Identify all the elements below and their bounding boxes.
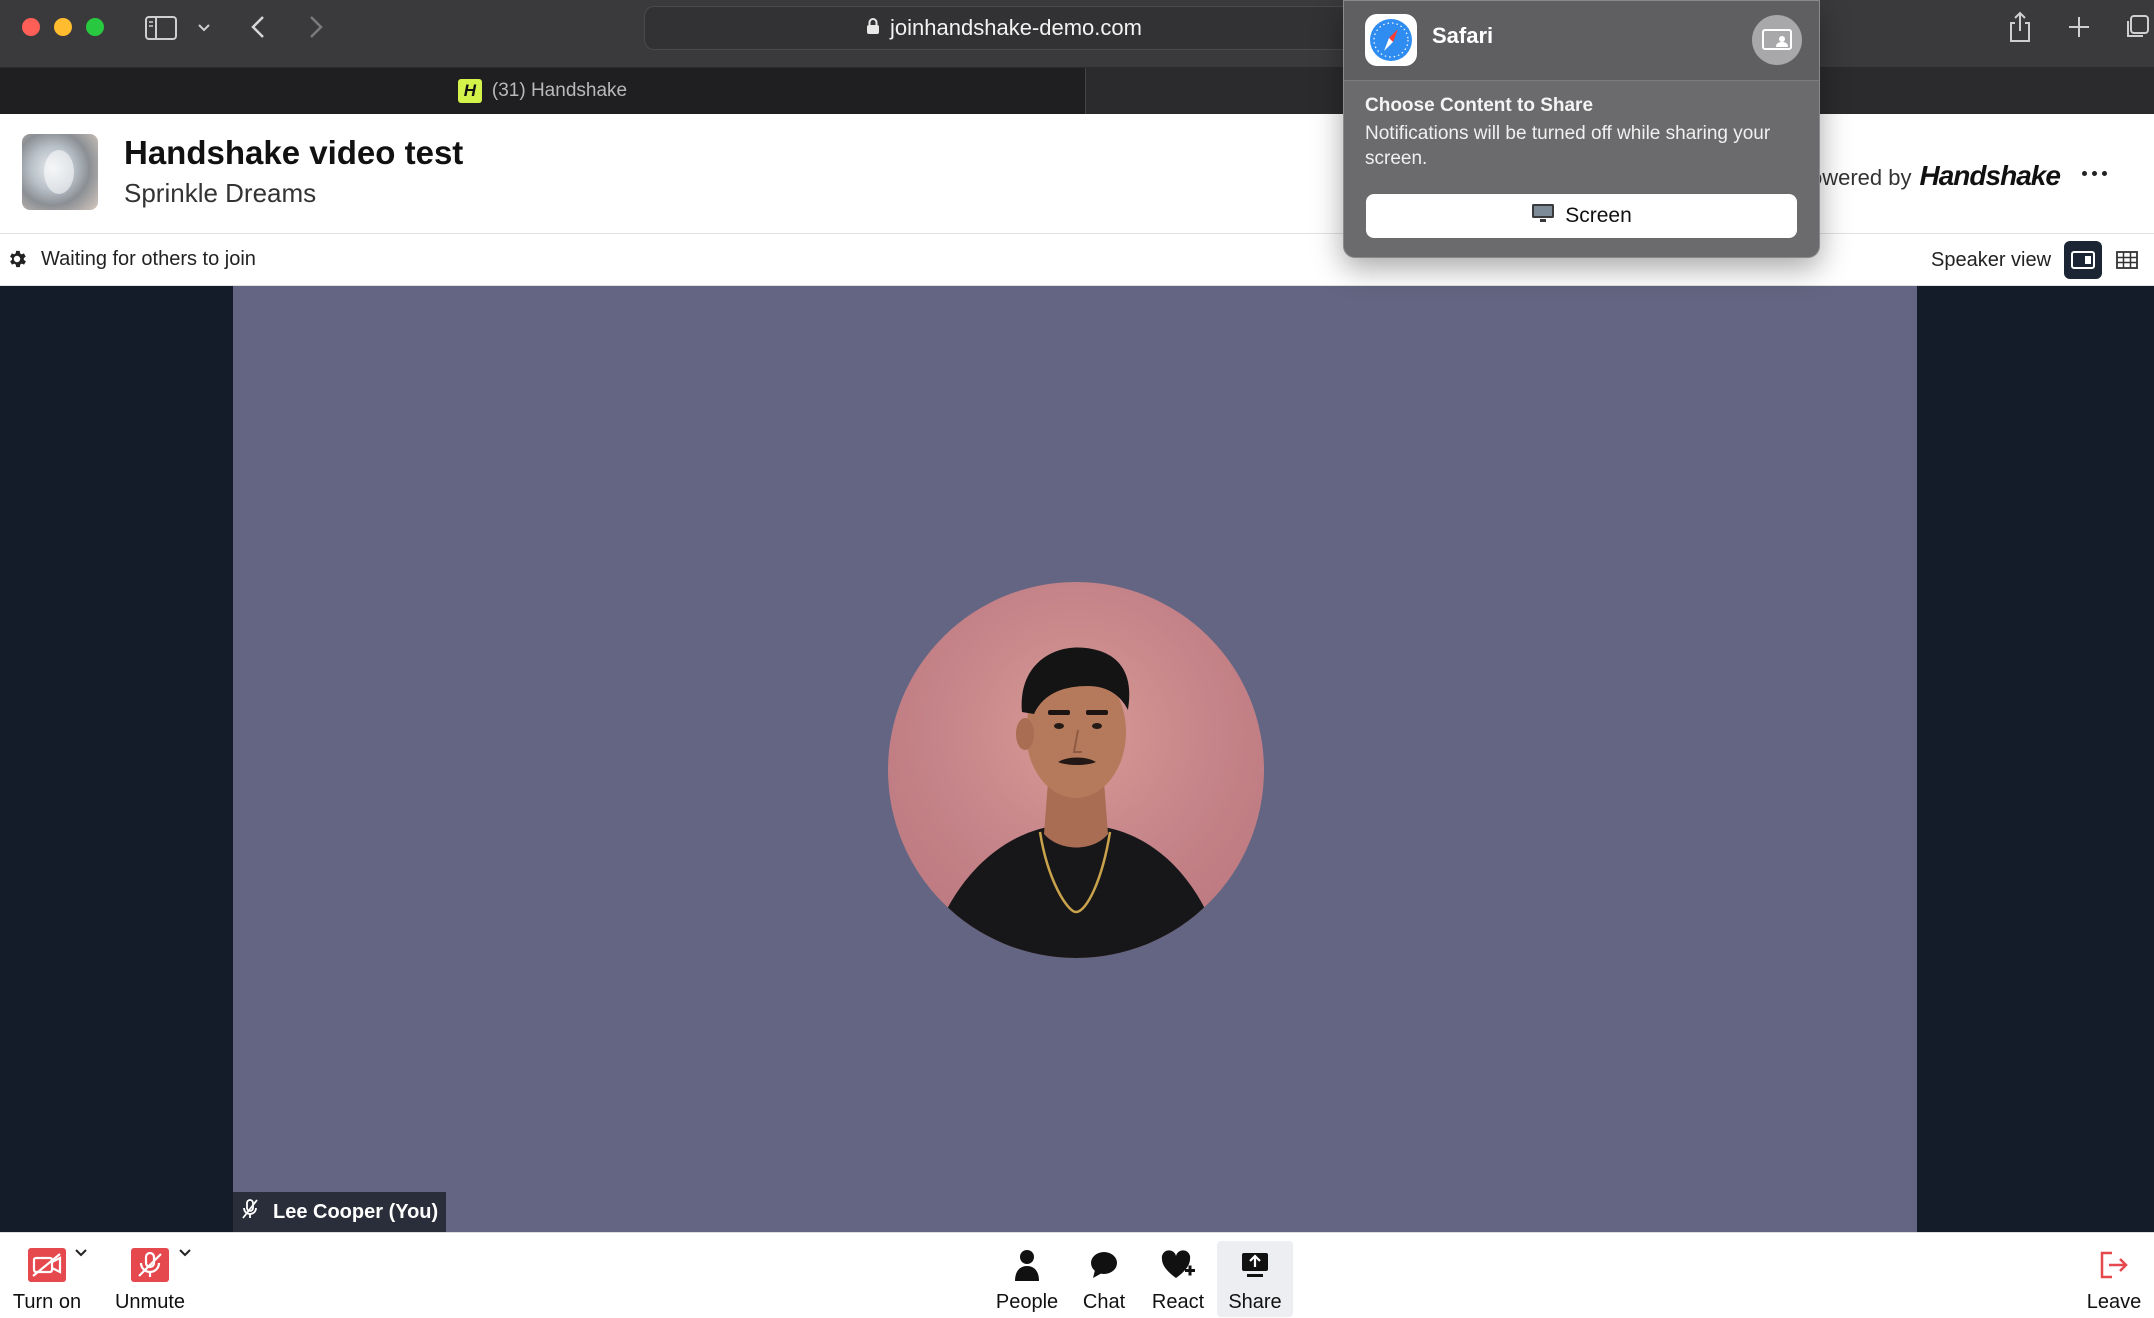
mic-options-chevron-icon[interactable] [178,1245,192,1263]
participant-name-tag: Lee Cooper (You) [233,1192,447,1232]
view-mode-label: Speaker view [1931,249,2052,271]
video-stage: Lee Cooper (You) [0,286,2154,1232]
video-off-icon [27,1245,67,1285]
chat-button-label: Chat [1082,1291,1126,1313]
share-screen-option-label: Screen [1565,204,1632,227]
leave-button-label: Leave [2086,1291,2142,1313]
browser-toolbar: joinhandshake-demo.com [0,0,2154,68]
popover-heading: Choose Content to Share [1365,95,1594,116]
share-button-label: Share [1228,1291,1282,1313]
screen-share-popover: Safari Choose Content to Share Notificat… [1343,0,1820,258]
more-options-icon[interactable] [2074,158,2114,188]
share-page-icon[interactable] [2005,10,2035,44]
screen-picker-icon[interactable] [1752,15,1802,65]
react-button-label: React [1151,1291,1205,1313]
share-screen-icon [1241,1245,1269,1285]
leave-door-icon [2098,1245,2130,1285]
share-button[interactable]: Share [1217,1241,1293,1317]
gear-icon[interactable] [6,248,28,275]
chevron-down-icon[interactable] [194,18,214,38]
lock-icon [866,15,880,41]
speaker-view-button[interactable] [2064,241,2102,279]
people-button-label: People [995,1291,1059,1313]
meeting-controls: Turn on Unmute People Chat React Share L… [0,1232,2154,1318]
muted-mic-icon [241,1198,259,1226]
meeting-subtitle: Sprinkle Dreams [124,178,317,208]
forward-arrow-icon[interactable] [302,12,330,42]
tab-bar: H (31) Handshake [0,68,2154,114]
microphone-button-label: Unmute [114,1291,186,1313]
meeting-header: Handshake video test Sprinkle Dreams owe… [0,114,2154,234]
camera-button-label: Turn on [12,1291,82,1313]
powered-by: owered by Handshake [1810,160,2061,192]
meeting-status-bar: Waiting for others to join Speaker view [0,234,2154,286]
heart-plus-icon [1161,1245,1195,1285]
sidebar-toggle-icon[interactable] [144,14,178,42]
camera-options-chevron-icon[interactable] [74,1245,88,1263]
popover-description: Notifications will be turned off while s… [1365,123,1771,169]
status-message: Waiting for others to join [41,248,256,270]
minimize-window-button[interactable] [54,18,72,36]
meeting-thumbnail [22,134,98,210]
close-window-button[interactable] [22,18,40,36]
grid-view-button[interactable] [2108,241,2146,279]
person-icon [1013,1245,1041,1285]
chat-button[interactable]: Chat [1078,1241,1130,1317]
people-button[interactable]: People [992,1241,1062,1317]
address-bar[interactable]: joinhandshake-demo.com [644,6,1364,50]
handshake-logo: Handshake [1919,160,2061,191]
leave-button[interactable]: Leave [2080,1241,2148,1317]
tab-title: (31) Handshake [491,80,628,101]
popover-header: Safari [1344,1,1819,81]
tab-overview-icon[interactable] [2122,12,2152,42]
chat-bubble-icon [1089,1245,1119,1285]
zoom-window-button[interactable] [86,18,104,36]
mic-off-icon [130,1245,170,1285]
react-button[interactable]: React [1148,1241,1208,1317]
share-screen-option-button[interactable]: Screen [1366,194,1797,238]
back-arrow-icon[interactable] [244,12,272,42]
popover-app-name: Safari [1432,23,1494,48]
powered-by-text: owered by [1810,165,1912,190]
tab-handshake[interactable]: H (31) Handshake [0,68,1086,114]
participant-name: Lee Cooper (You) [273,1200,439,1223]
safari-compass-icon [1365,14,1417,66]
participant-tile[interactable] [233,286,1917,1232]
new-tab-icon[interactable] [2064,12,2094,42]
meeting-title: Handshake video test [124,134,464,171]
participant-avatar [888,582,1264,958]
monitor-icon [1531,203,1555,229]
handshake-favicon-icon: H [457,79,482,103]
url-text: joinhandshake-demo.com [890,15,1142,40]
